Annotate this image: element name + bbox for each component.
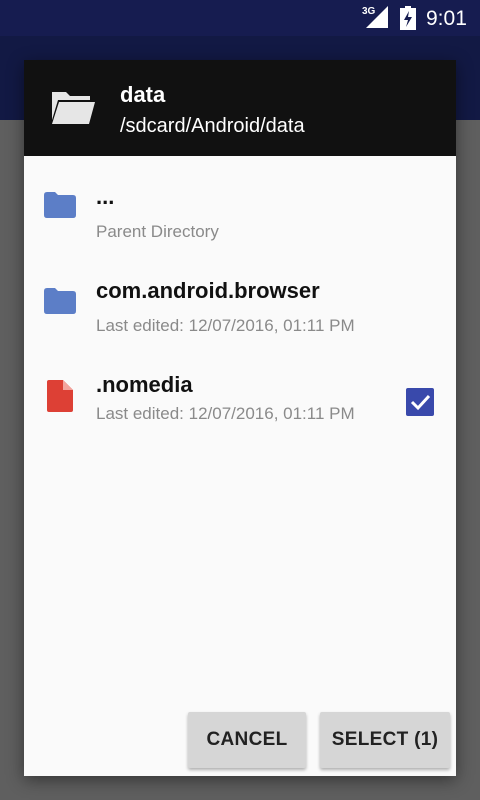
select-button[interactable]: SELECT (1)	[320, 712, 450, 768]
status-bar: 3G 9:01	[0, 0, 480, 36]
file-icon	[47, 380, 73, 412]
dialog-header: data /sdcard/Android/data	[24, 60, 456, 156]
screen: 3G 9:01 data /sdcard/Android/data ... Pa…	[0, 0, 480, 800]
item-name: com.android.browser	[96, 278, 320, 303]
current-folder-path: /sdcard/Android/data	[120, 115, 305, 137]
folder-item-com-android-browser[interactable]: com.android.browser Last edited: 12/07/2…	[24, 266, 456, 362]
checkmark-icon	[410, 394, 431, 411]
clock: 9:01	[426, 7, 467, 30]
cancel-button[interactable]: CANCEL	[188, 712, 306, 768]
file-picker-dialog: data /sdcard/Android/data ... Parent Dir…	[24, 60, 456, 776]
item-name: ...	[96, 184, 115, 209]
folder-icon	[44, 288, 76, 314]
item-name: .nomedia	[96, 372, 193, 397]
file-item-nomedia[interactable]: .nomedia Last edited: 12/07/2016, 01:11 …	[24, 362, 456, 458]
item-subtitle: Parent Directory	[96, 222, 219, 241]
current-folder-title: data	[120, 82, 166, 107]
signal-strength-icon	[366, 6, 388, 28]
parent-directory-item[interactable]: ... Parent Directory	[24, 170, 456, 266]
select-checkbox[interactable]	[406, 388, 434, 416]
item-subtitle: Last edited: 12/07/2016, 01:11 PM	[96, 404, 355, 423]
item-subtitle: Last edited: 12/07/2016, 01:11 PM	[96, 316, 355, 335]
battery-charging-icon	[400, 6, 416, 30]
folder-icon	[44, 192, 76, 218]
folder-open-icon	[52, 92, 95, 124]
